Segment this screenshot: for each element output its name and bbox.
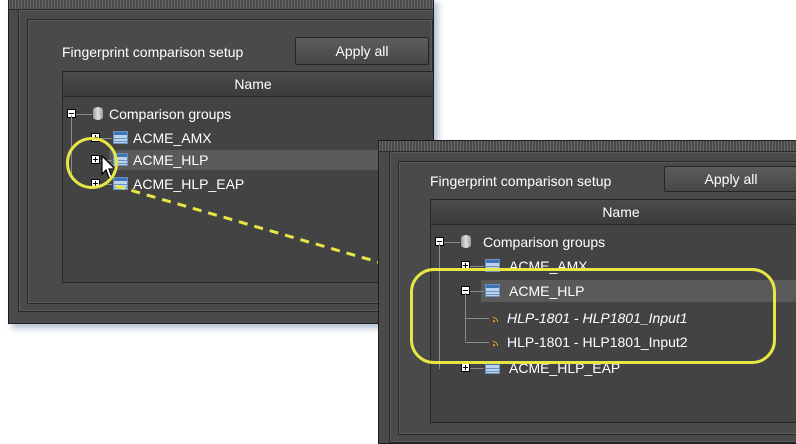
table-icon [113, 131, 128, 144]
tree-connector [470, 368, 484, 369]
tree-node-acme-hlp[interactable]: ACME_HLP [89, 149, 339, 171]
tree-node-root[interactable]: Comparison groups [433, 231, 683, 253]
expand-icon[interactable] [461, 363, 470, 372]
tree-node-label: ACME_HLP_EAP [133, 176, 245, 192]
apply-all-button[interactable]: Apply all [295, 37, 429, 65]
tree-node-acme-hlp-eap[interactable]: ACME_HLP_EAP [89, 173, 339, 195]
tree-node-acme-amx[interactable]: ACME_AMX [89, 127, 339, 149]
setup-label: Fingerprint comparison setup [62, 44, 244, 60]
tree-node-root[interactable]: Comparison groups [65, 103, 315, 125]
setup-label: Fingerprint comparison setup [430, 173, 612, 189]
database-icon [461, 235, 471, 248]
tree-connector [76, 114, 92, 115]
column-header-name[interactable]: Name [63, 72, 433, 97]
tree-node-label: ACME_HLP [133, 152, 209, 168]
tree-connector [470, 266, 484, 267]
database-icon [93, 107, 103, 120]
column-header-name[interactable]: Name [431, 200, 796, 225]
tree-node-label: Comparison groups [109, 106, 232, 122]
expander-highlight-circle [66, 137, 118, 189]
tree-node-label: Comparison groups [483, 234, 606, 250]
expanded-node-highlight [410, 268, 776, 364]
tree-connector [444, 242, 460, 243]
apply-all-button[interactable]: Apply all [664, 166, 796, 192]
tree-node-label: ACME_AMX [133, 130, 212, 146]
